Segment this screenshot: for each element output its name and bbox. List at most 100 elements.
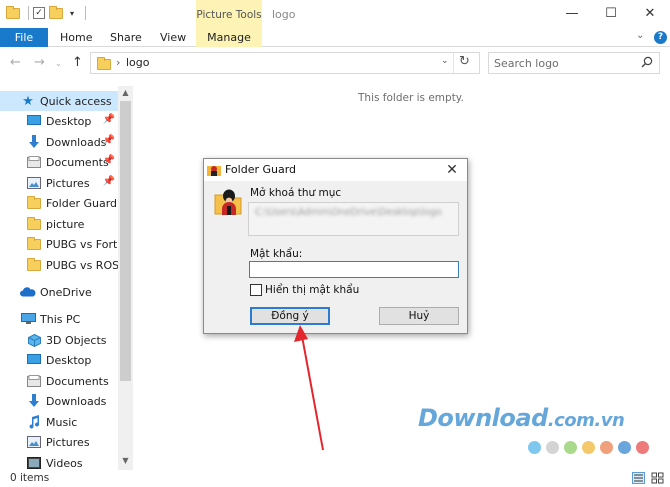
sidebar-item-label: This PC <box>40 312 81 326</box>
documents-icon <box>26 373 42 389</box>
breadcrumb-path[interactable]: logo <box>126 56 150 69</box>
toolbar-divider <box>85 6 86 20</box>
folder-icon <box>26 195 42 211</box>
tab-view[interactable]: View <box>160 28 186 47</box>
sidebar-item-music[interactable]: Music <box>0 412 118 432</box>
videos-icon <box>26 455 42 471</box>
star-icon: ★ <box>22 93 34 109</box>
sidebar-item-label: Downloads <box>46 135 107 149</box>
pictures-icon <box>26 175 42 191</box>
address-divider <box>453 53 454 73</box>
sidebar-item-desktop[interactable]: Desktop 📌 <box>0 111 118 131</box>
show-password-checkbox[interactable] <box>250 284 262 296</box>
watermark-dot <box>600 441 613 454</box>
help-icon[interactable]: ? <box>654 31 667 44</box>
folder-icon <box>26 236 42 252</box>
dialog-close-icon[interactable]: ✕ <box>441 160 463 180</box>
tab-file[interactable]: File <box>0 28 48 47</box>
address-field[interactable]: › logo ⌄ ↻ <box>90 52 480 74</box>
sidebar-item-downloads[interactable]: Downloads 📌 <box>0 132 118 152</box>
back-arrow-icon[interactable]: ← <box>10 55 21 70</box>
status-bar: 0 items <box>0 470 670 487</box>
sidebar-item-label: Pictures <box>46 435 90 449</box>
computer-icon <box>20 311 36 327</box>
new-folder-icon[interactable] <box>49 5 63 19</box>
picture-tools-context-label: Picture Tools <box>196 0 262 28</box>
sidebar-item-folder-guard-sd[interactable]: Folder Guard SD <box>0 193 118 213</box>
sidebar-item-label: PUBG vs ROS <box>46 258 118 272</box>
address-history-dropdown-icon[interactable]: ⌄ <box>441 56 449 66</box>
properties-check-icon[interactable]: ✓ <box>33 7 45 19</box>
forward-arrow-icon[interactable]: → <box>34 55 45 70</box>
refresh-icon[interactable]: ↻ <box>459 54 470 69</box>
scroll-down-arrow-icon[interactable]: ▼ <box>118 454 133 468</box>
customize-toolbar-dropdown-icon[interactable]: ▾ <box>67 9 77 18</box>
show-password-row[interactable]: Hiển thị mật khẩu <box>250 284 359 296</box>
sidebar-item-pc-pictures[interactable]: Pictures <box>0 432 118 452</box>
close-button[interactable]: ✕ <box>635 4 665 24</box>
pin-icon[interactable]: 📌 <box>103 176 115 187</box>
ribbon-tabs: File Home Share View Manage ⌄ ? <box>0 28 670 47</box>
sidebar-item-label: Desktop <box>46 114 92 128</box>
sidebar-item-this-pc[interactable]: This PC <box>0 309 118 329</box>
folder-icon <box>26 257 42 273</box>
sidebar-item-pubg-vs-ros[interactable]: PUBG vs ROS <box>0 255 118 275</box>
sidebar-item-label: OneDrive <box>40 285 92 299</box>
sidebar-item-label: Documents <box>46 155 109 169</box>
music-note-icon <box>26 414 42 430</box>
window-title: logo <box>272 8 296 21</box>
scroll-up-arrow-icon[interactable]: ▲ <box>118 86 133 100</box>
tab-home[interactable]: Home <box>60 28 92 47</box>
navigation-scrollbar[interactable]: ▲ ▼ <box>118 86 133 470</box>
sidebar-item-onedrive[interactable]: OneDrive <box>0 282 118 302</box>
search-input[interactable] <box>494 55 634 71</box>
up-arrow-icon[interactable]: ↑ <box>72 55 83 70</box>
password-input[interactable] <box>249 261 459 278</box>
title-bar: ✓ ▾ Picture Tools logo — ☐ ✕ <box>0 0 670 28</box>
show-password-label: Hiển thị mật khẩu <box>265 284 360 296</box>
watermark-dots <box>528 441 649 454</box>
download-arrow-icon <box>26 393 42 409</box>
guard-avatar-icon <box>214 189 242 215</box>
scroll-thumb[interactable] <box>120 101 131 381</box>
unlock-folder-label: Mở khoá thư mục <box>250 187 342 199</box>
sidebar-item-label: Quick access <box>40 94 112 108</box>
pin-icon[interactable]: 📌 <box>103 155 115 166</box>
sidebar-item-pc-documents[interactable]: Documents <box>0 371 118 391</box>
folder-guard-dialog: Folder Guard ✕ Mở khoá thư mục C:\Users\… <box>203 158 468 334</box>
search-box[interactable] <box>488 52 660 74</box>
sidebar-item-pictures[interactable]: Pictures 📌 <box>0 173 118 193</box>
watermark-domain: .com.vn <box>547 410 625 431</box>
address-bar-row: ← → ⌄ ↑ › logo ⌄ ↻ <box>0 48 670 78</box>
sidebar-item-documents[interactable]: Documents 📌 <box>0 152 118 172</box>
sidebar-item-3d-objects[interactable]: 3D Objects <box>0 330 118 350</box>
sidebar-item-pc-desktop[interactable]: Desktop <box>0 350 118 370</box>
collapse-ribbon-icon[interactable]: ⌄ <box>636 30 644 41</box>
tab-share[interactable]: Share <box>110 28 142 47</box>
sidebar-item-pubg-vs-fortnite[interactable]: PUBG vs Fortnite <box>0 234 118 254</box>
details-view-icon[interactable] <box>632 472 645 484</box>
empty-folder-message: This folder is empty. <box>358 92 464 104</box>
3d-objects-icon <box>26 332 42 348</box>
sidebar-item-label: Music <box>46 415 78 429</box>
watermark-logo: Download.com.vn <box>418 404 625 432</box>
pin-icon[interactable]: 📌 <box>103 135 115 146</box>
watermark-dot <box>564 441 577 454</box>
maximize-button[interactable]: ☐ <box>596 4 626 24</box>
tab-manage[interactable]: Manage <box>196 28 262 47</box>
search-icon[interactable] <box>641 56 653 68</box>
cancel-button[interactable]: Huỷ <box>379 307 459 325</box>
large-icons-view-icon[interactable] <box>651 472 664 484</box>
documents-icon <box>26 154 42 170</box>
minimize-button[interactable]: — <box>557 4 587 24</box>
recent-locations-chevron-icon[interactable]: ⌄ <box>55 59 62 68</box>
sidebar-item-pc-downloads[interactable]: Downloads <box>0 391 118 411</box>
quick-access-toolbar: ✓ ▾ <box>6 5 86 20</box>
sidebar-item-label: Videos <box>46 456 83 470</box>
item-count: 0 items <box>10 472 50 484</box>
watermark-dot <box>582 441 595 454</box>
breadcrumb-chevron-icon[interactable]: › <box>116 56 120 69</box>
sidebar-item-quick-access[interactable]: ★ Quick access <box>0 91 118 111</box>
sidebar-item-picture[interactable]: picture <box>0 214 118 234</box>
pin-icon[interactable]: 📌 <box>103 114 115 125</box>
